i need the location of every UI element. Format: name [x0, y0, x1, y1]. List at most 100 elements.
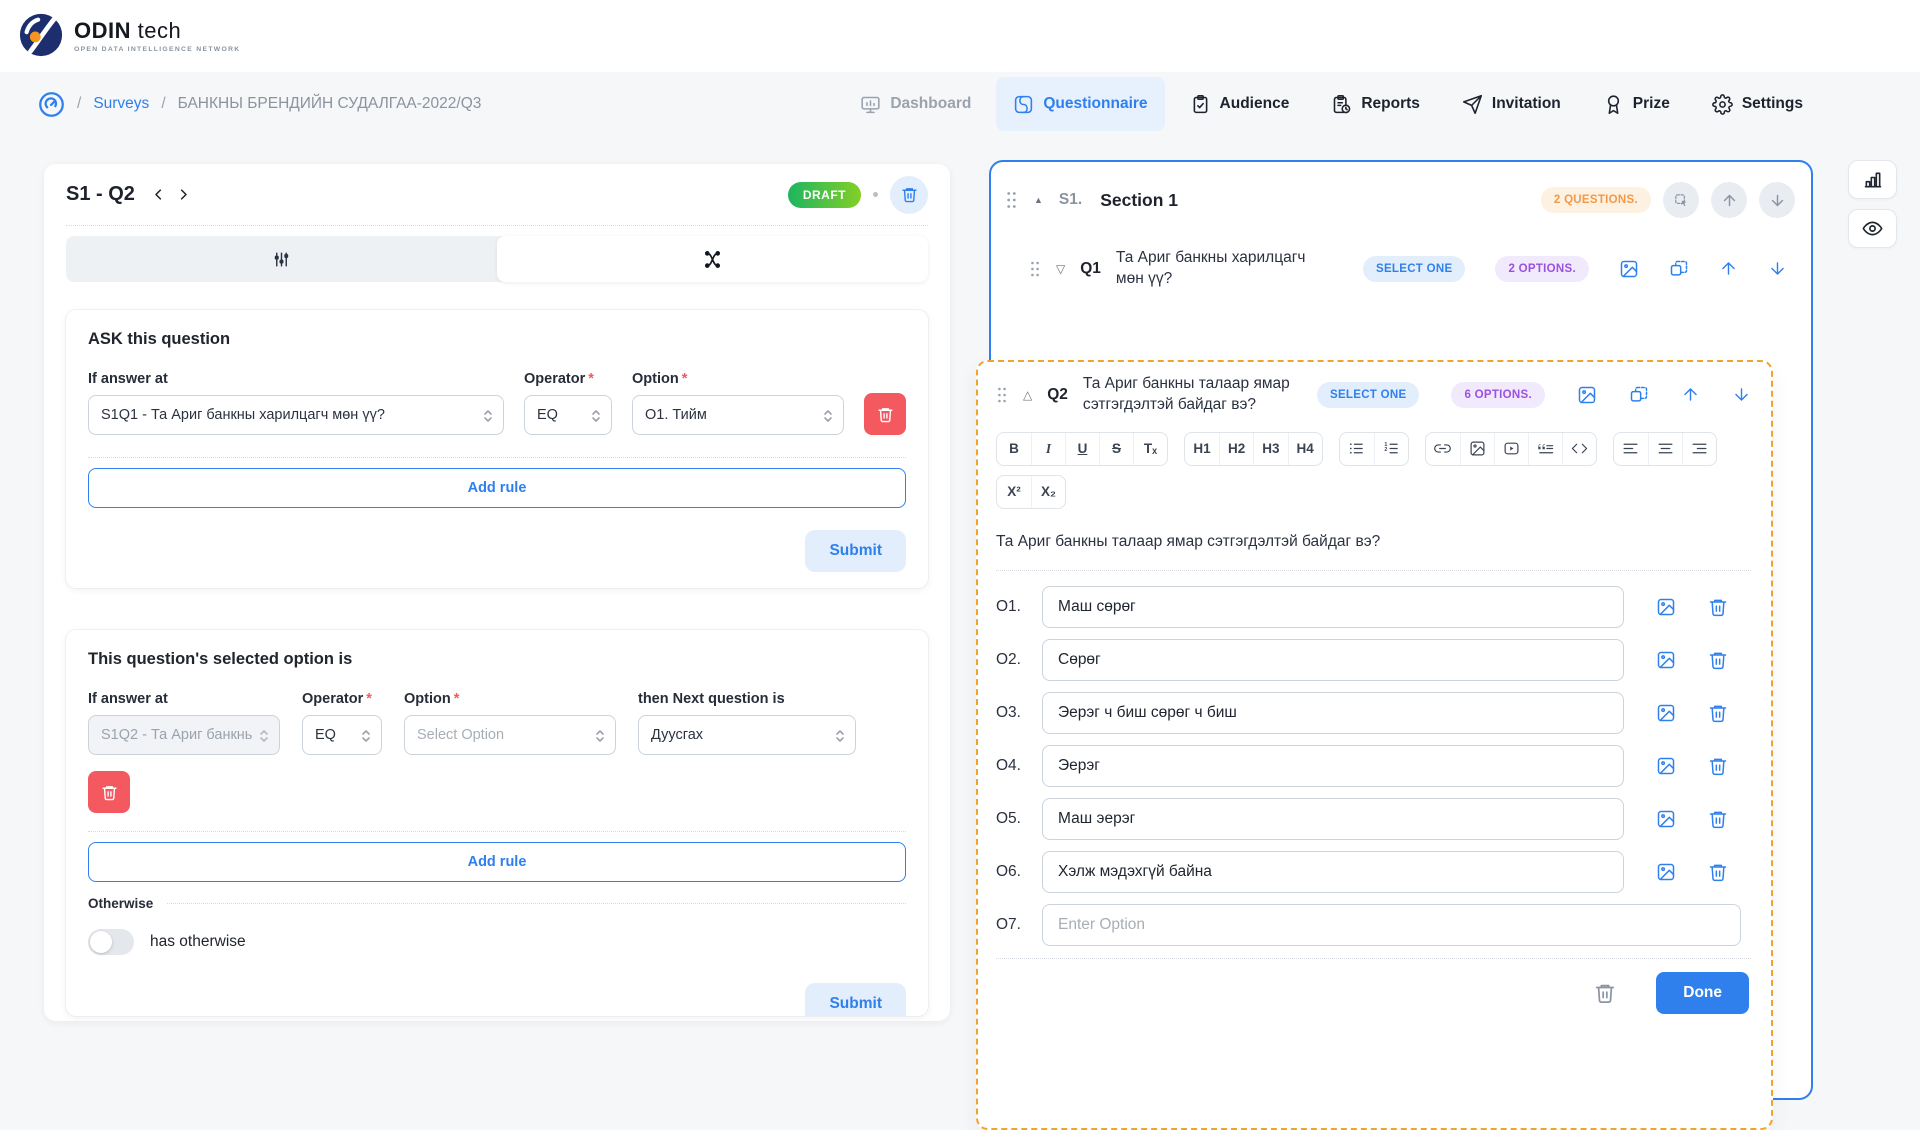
arrow-up-icon[interactable] [1719, 259, 1738, 278]
underline-button[interactable]: U [1065, 433, 1099, 465]
image-icon[interactable] [1577, 385, 1597, 405]
submit-button[interactable]: Submit [805, 530, 906, 572]
option-input[interactable]: Сөрөг [1042, 639, 1624, 681]
breadcrumb-surveys-link[interactable]: Surveys [93, 95, 149, 113]
new-option-input[interactable] [1042, 904, 1741, 946]
duplicate-section-button[interactable] [1663, 182, 1699, 218]
align-center-icon[interactable] [1648, 433, 1682, 465]
next-question-select[interactable]: Дуусгах [638, 715, 856, 755]
rule-card-title: This question's selected option is [88, 650, 906, 669]
preview-tool-button[interactable] [1848, 209, 1897, 248]
option-trash-icon[interactable] [1708, 703, 1728, 723]
option-input[interactable]: Эерэг [1042, 745, 1624, 787]
arrow-down-icon [1769, 192, 1786, 209]
h4-button[interactable]: H4 [1288, 433, 1322, 465]
option-input[interactable]: Маш эерэг [1042, 798, 1624, 840]
option-trash-icon[interactable] [1708, 809, 1728, 829]
strikethrough-button[interactable]: S [1099, 433, 1133, 465]
tab-settings[interactable] [66, 236, 497, 282]
done-button[interactable]: Done [1656, 972, 1749, 1014]
option-image-icon[interactable] [1656, 650, 1676, 670]
delete-question-icon[interactable] [1594, 982, 1616, 1004]
operator-select[interactable]: EQ [524, 395, 612, 435]
video-icon[interactable] [1494, 433, 1528, 465]
insert-image-icon[interactable] [1460, 433, 1494, 465]
bold-button[interactable]: B [997, 433, 1031, 465]
option-trash-icon[interactable] [1708, 597, 1728, 617]
blockquote-icon[interactable] [1528, 433, 1562, 465]
collapse-section-icon[interactable]: ▲ [1034, 196, 1043, 205]
move-section-up-button[interactable] [1711, 182, 1747, 218]
option-image-icon[interactable] [1656, 756, 1676, 776]
copy-icon[interactable] [1669, 259, 1689, 279]
nav-item-reports[interactable]: Reports [1314, 77, 1437, 131]
ordered-list-icon[interactable]: 12 [1374, 433, 1408, 465]
prev-question-button[interactable] [151, 187, 166, 202]
h3-button[interactable]: H3 [1253, 433, 1287, 465]
odin-home-icon[interactable] [38, 91, 65, 118]
superscript-button[interactable]: X² [997, 476, 1031, 508]
italic-button[interactable]: I [1031, 433, 1065, 465]
arrow-up-icon[interactable] [1681, 385, 1700, 404]
link-icon[interactable] [1426, 433, 1460, 465]
collapse-question-icon[interactable]: △ [1023, 389, 1032, 401]
dot-separator [873, 192, 878, 197]
option-trash-icon[interactable] [1708, 650, 1728, 670]
h2-button[interactable]: H2 [1219, 433, 1253, 465]
nav-item-dashboard[interactable]: Dashboard [843, 77, 988, 131]
option-image-icon[interactable] [1656, 597, 1676, 617]
drag-handle-icon[interactable] [1029, 259, 1041, 279]
bullet-list-icon[interactable] [1340, 433, 1374, 465]
add-rule-button[interactable]: Add rule [88, 842, 906, 882]
h1-button[interactable]: H1 [1185, 433, 1219, 465]
add-rule-button[interactable]: Add rule [88, 468, 906, 508]
option-trash-icon[interactable] [1708, 862, 1728, 882]
has-otherwise-toggle[interactable] [88, 929, 134, 955]
drag-handle-icon[interactable] [996, 385, 1008, 405]
clear-format-button[interactable]: Tₓ [1133, 433, 1167, 465]
question-row-q2: △ Q2 Та Ариг банкны талаар ямар сэтгэгдэ… [996, 374, 1751, 416]
odin-logo-icon [18, 12, 64, 58]
submit-button[interactable]: Submit [805, 983, 906, 1016]
question-text: Та Ариг банкны харилцагч мөн үү? [1116, 248, 1332, 290]
drag-handle-icon[interactable] [1005, 189, 1018, 211]
tab-branching-logic[interactable] [497, 236, 928, 282]
otherwise-label: Otherwise [88, 896, 153, 911]
if-answer-select[interactable]: S1Q1 - Та Ариг банкны харилцагч мөн үү? [88, 395, 504, 435]
option-input[interactable]: Эерэг ч биш сөрөг ч биш [1042, 692, 1624, 734]
next-question-button[interactable] [176, 187, 191, 202]
align-right-icon[interactable] [1682, 433, 1716, 465]
delete-rule-button[interactable] [864, 393, 906, 435]
move-section-down-button[interactable] [1759, 182, 1795, 218]
image-icon[interactable] [1619, 259, 1639, 279]
option-select[interactable]: Select Option [404, 715, 616, 755]
required-asterisk: * [588, 371, 594, 387]
nav-item-audience[interactable]: Audience [1173, 77, 1307, 131]
arrow-down-icon[interactable] [1732, 385, 1751, 404]
section-code: S1. [1059, 191, 1082, 209]
stats-tool-button[interactable] [1848, 160, 1897, 199]
option-select[interactable]: O1. Тийм [632, 395, 844, 435]
nav-item-prize[interactable]: Prize [1586, 77, 1687, 131]
operator-select[interactable]: EQ [302, 715, 382, 755]
option-trash-icon[interactable] [1708, 756, 1728, 776]
expand-question-icon[interactable]: ▽ [1056, 263, 1065, 275]
arrow-down-icon[interactable] [1768, 259, 1787, 278]
copy-icon[interactable] [1629, 385, 1649, 405]
brand-logo[interactable]: ODIN tech OPEN DATA INTELLIGENCE NETWORK [18, 12, 241, 58]
delete-question-button[interactable] [890, 176, 928, 214]
code-icon[interactable] [1562, 433, 1596, 465]
option-image-icon[interactable] [1656, 703, 1676, 723]
delete-rule-button[interactable] [88, 771, 130, 813]
option-image-icon[interactable] [1656, 862, 1676, 882]
align-left-icon[interactable] [1614, 433, 1648, 465]
option-input[interactable]: Хэлж мэдэхгүй байна [1042, 851, 1624, 893]
option-image-icon[interactable] [1656, 809, 1676, 829]
question-row-q1: ▽ Q1 Та Ариг банкны харилцагч мөн үү? SE… [1029, 248, 1795, 290]
nav-item-invitation[interactable]: Invitation [1445, 77, 1578, 131]
nav-item-questionnaire[interactable]: Questionnaire [996, 77, 1164, 131]
option-input[interactable]: Маш сөрөг [1042, 586, 1624, 628]
nav-item-settings[interactable]: Settings [1695, 77, 1820, 131]
subscript-button[interactable]: X₂ [1031, 476, 1065, 508]
question-body-text[interactable]: Та Ариг банкны талаар ямар сэтгэгдэлтэй … [996, 533, 1751, 551]
